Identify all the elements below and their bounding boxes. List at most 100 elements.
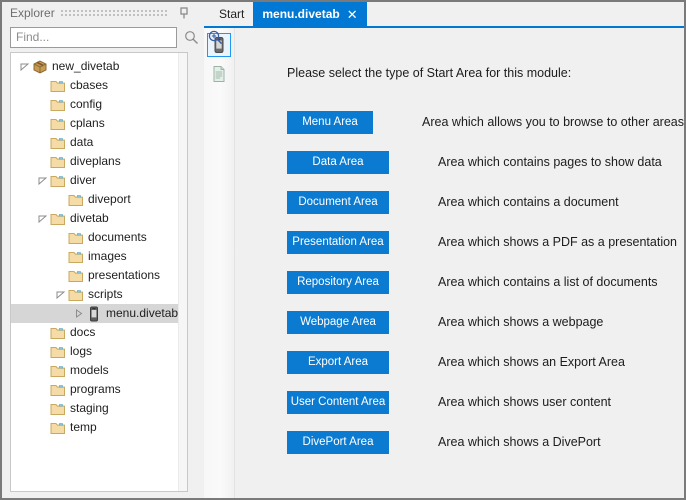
folder-icon xyxy=(49,343,66,360)
tree-item[interactable]: cbases xyxy=(11,76,187,95)
explorer-header: Explorer xyxy=(2,2,198,24)
tree-item[interactable]: diver xyxy=(11,171,187,190)
application-window: Explorer xyxy=(0,0,686,500)
area-row: Presentation AreaArea which shows a PDF … xyxy=(287,222,684,262)
area-row: Data Area Area which contains pages to sh… xyxy=(287,142,684,182)
device-icon xyxy=(85,305,102,322)
tree-item[interactable]: docs xyxy=(11,323,187,342)
tab-bar: Start menu.divetab ✕ xyxy=(204,2,684,28)
tree-twisty-placeholder xyxy=(35,380,49,399)
folder-icon xyxy=(67,248,84,265)
tab-label: menu.divetab xyxy=(262,7,339,21)
tree-item[interactable]: logs xyxy=(11,342,187,361)
search-plus-icon[interactable] xyxy=(205,27,225,47)
tree-item-label: documents xyxy=(88,228,147,247)
tree-twisty-placeholder xyxy=(53,190,67,209)
file-tree-container: new_divetabcbasesconfigcplansdatadivepla… xyxy=(10,52,188,492)
close-icon[interactable]: ✕ xyxy=(347,8,358,21)
tree-twisty-placeholder xyxy=(53,247,67,266)
tree-item[interactable]: divetab xyxy=(11,209,187,228)
area-row: DivePort Area Area which shows a DivePort xyxy=(287,422,684,462)
folder-icon xyxy=(49,96,66,113)
tree-twisty-placeholder xyxy=(35,152,49,171)
tree-item[interactable]: documents xyxy=(11,228,187,247)
tree-item[interactable]: scripts xyxy=(11,285,187,304)
tree-twisty-placeholder xyxy=(35,342,49,361)
page-title: Please select the type of Start Area for… xyxy=(287,66,684,80)
tree-item-label: new_divetab xyxy=(52,57,119,76)
mode-button-document[interactable] xyxy=(207,62,231,86)
tree-item-label: cplans xyxy=(70,114,105,133)
area-type-list: Menu AreaArea which allows you to browse… xyxy=(287,102,684,462)
search-input[interactable] xyxy=(10,27,177,48)
area-button-menu-area[interactable]: Menu Area xyxy=(287,111,373,134)
tree-item[interactable]: new_divetab xyxy=(11,57,187,76)
tree-twisty-collapsed-icon[interactable] xyxy=(71,304,85,323)
tree-item-label: scripts xyxy=(88,285,123,304)
tab-label: Start xyxy=(219,7,244,21)
area-button-data-area[interactable]: Data Area xyxy=(287,151,389,174)
folder-icon xyxy=(67,286,84,303)
file-tree: new_divetabcbasesconfigcplansdatadivepla… xyxy=(11,53,187,437)
mode-strip xyxy=(204,28,235,498)
folder-icon xyxy=(49,381,66,398)
tree-twisty-expanded-icon[interactable] xyxy=(35,209,49,228)
area-description: Area which shows an Export Area xyxy=(438,355,625,369)
tree-item[interactable]: config xyxy=(11,95,187,114)
tree-item-label: docs xyxy=(70,323,95,342)
tree-item[interactable]: temp xyxy=(11,418,187,437)
tree-twisty-expanded-icon[interactable] xyxy=(17,57,31,76)
tree-item[interactable]: models xyxy=(11,361,187,380)
editor-region: Start menu.divetab ✕ xyxy=(204,2,684,498)
area-row: Export Area Area which shows an Export Ar… xyxy=(287,342,684,382)
area-button-user-content-area[interactable]: User Content Area xyxy=(287,391,389,414)
tree-item-label: menu.divetab xyxy=(106,304,178,323)
tab-menu-divetab[interactable]: menu.divetab ✕ xyxy=(253,2,366,26)
area-description: Area which contains a list of documents xyxy=(438,275,658,289)
tree-item-label: diveplans xyxy=(70,152,121,171)
tree-twisty-expanded-icon[interactable] xyxy=(35,171,49,190)
folder-icon xyxy=(67,229,84,246)
tree-twisty-expanded-icon[interactable] xyxy=(53,285,67,304)
editor-body: Please select the type of Start Area for… xyxy=(204,28,684,498)
panel-drag-handle[interactable] xyxy=(61,8,168,18)
folder-icon xyxy=(49,172,66,189)
tab-start[interactable]: Start xyxy=(210,2,253,26)
tree-item-label: logs xyxy=(70,342,92,361)
tree-item-selected[interactable]: menu.divetab xyxy=(11,304,187,323)
area-description: Area which contains pages to show data xyxy=(438,155,662,169)
tree-item[interactable]: diveplans xyxy=(11,152,187,171)
area-button-export-area[interactable]: Export Area xyxy=(287,351,389,374)
area-button-webpage-area[interactable]: Webpage Area xyxy=(287,311,389,334)
area-description: Area which contains a document xyxy=(438,195,619,209)
folder-icon xyxy=(49,77,66,94)
folder-icon xyxy=(49,153,66,170)
folder-icon xyxy=(49,362,66,379)
folder-icon xyxy=(49,324,66,341)
tree-item-label: temp xyxy=(70,418,97,437)
tree-item[interactable]: programs xyxy=(11,380,187,399)
area-button-document-area[interactable]: Document Area xyxy=(287,191,389,214)
tree-item[interactable]: images xyxy=(11,247,187,266)
area-row: User Content AreaArea which shows user c… xyxy=(287,382,684,422)
find-row xyxy=(2,24,198,50)
pin-icon[interactable] xyxy=(174,3,194,23)
area-button-repository-area[interactable]: Repository Area xyxy=(287,271,389,294)
tree-item-label: cbases xyxy=(70,76,108,95)
tree-twisty-placeholder xyxy=(35,399,49,418)
tree-item[interactable]: staging xyxy=(11,399,187,418)
tree-item-label: staging xyxy=(70,399,109,418)
area-button-diveport-area[interactable]: DivePort Area xyxy=(287,431,389,454)
package-icon xyxy=(31,58,48,75)
tree-item[interactable]: diveport xyxy=(11,190,187,209)
area-description: Area which shows a DivePort xyxy=(438,435,601,449)
tree-item[interactable]: data xyxy=(11,133,187,152)
start-area-selection-pane: Please select the type of Start Area for… xyxy=(235,28,684,498)
area-button-presentation-area[interactable]: Presentation Area xyxy=(287,231,389,254)
search-icon[interactable] xyxy=(181,27,201,47)
tree-item[interactable]: presentations xyxy=(11,266,187,285)
tree-item[interactable]: cplans xyxy=(11,114,187,133)
tree-item-label: divetab xyxy=(70,209,109,228)
tree-item-label: config xyxy=(70,95,102,114)
tree-vertical-scrollbar[interactable] xyxy=(178,53,187,491)
